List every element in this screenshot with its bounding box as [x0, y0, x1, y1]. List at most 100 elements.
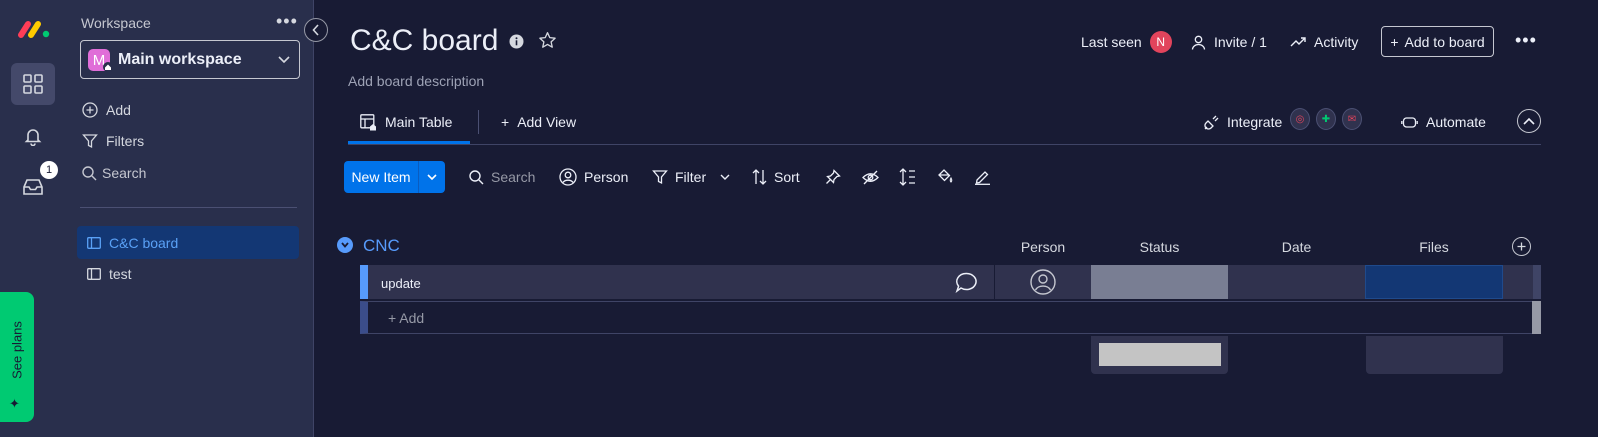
automate-button[interactable]: Automate: [1401, 112, 1486, 132]
chevron-down-icon: [427, 173, 437, 180]
user-avatar: N: [1149, 31, 1172, 53]
slack-icon[interactable]: ✚: [1316, 108, 1336, 130]
workspace-more-icon[interactable]: •••: [276, 11, 298, 32]
add-row-end-bar: [1532, 301, 1541, 334]
see-plans-label: See plans: [9, 321, 25, 379]
person-icon: [1191, 35, 1206, 50]
row-height-icon[interactable]: [899, 168, 916, 186]
person-filter-label: Person: [584, 169, 629, 185]
gmail-icon[interactable]: ✉: [1342, 108, 1362, 130]
collapse-sidebar-button[interactable]: [304, 18, 328, 42]
board-description[interactable]: Add board description: [348, 73, 484, 89]
person-placeholder-icon: [1030, 269, 1056, 295]
robot-icon: [1401, 116, 1418, 128]
add-to-board-label: Add to board: [1404, 33, 1485, 50]
column-header-date[interactable]: Date: [1228, 239, 1365, 255]
group-title[interactable]: CNC: [363, 236, 400, 256]
sidebar-board-cc-board[interactable]: C&C board: [77, 226, 299, 259]
add-view-button[interactable]: + Add View: [501, 112, 576, 132]
add-column-button[interactable]: [1512, 237, 1531, 256]
group-collapse-toggle[interactable]: [337, 237, 353, 253]
filter-icon: [82, 134, 98, 149]
board-search-input[interactable]: Search: [469, 167, 535, 187]
tab-divider: [478, 110, 479, 134]
invite-label: Invite / 1: [1214, 34, 1267, 50]
board-more-icon[interactable]: •••: [1515, 30, 1537, 51]
left-rail: 1 See plans ✦: [0, 0, 65, 437]
plus-circle-icon: [82, 102, 98, 118]
invite-button[interactable]: Invite / 1: [1191, 32, 1267, 52]
row-end-bar: [1533, 265, 1541, 299]
plug-icon: [1204, 115, 1219, 130]
sidebar-filters-button[interactable]: Filters: [82, 131, 144, 151]
add-view-label: Add View: [517, 114, 577, 130]
person-filter-button[interactable]: Person: [559, 167, 628, 187]
filter-button[interactable]: Filter: [652, 167, 706, 187]
date-cell[interactable]: [1228, 265, 1365, 299]
hide-eye-icon[interactable]: [862, 170, 879, 185]
tab-main-table-label: Main Table: [385, 114, 453, 130]
sidebar-search-input[interactable]: Search: [82, 163, 146, 183]
search-icon: [469, 169, 484, 184]
tabs-divider: [348, 144, 1541, 145]
add-update-comment-icon[interactable]: [955, 272, 978, 293]
tab-main-table[interactable]: Main Table: [360, 112, 452, 132]
automate-label: Automate: [1426, 114, 1486, 130]
integration-app-icon[interactable]: ◎: [1290, 108, 1310, 130]
chevron-down-icon: [341, 242, 349, 248]
sort-icon: [752, 169, 767, 185]
integrate-label: Integrate: [1227, 114, 1283, 130]
inbox-count-badge: 1: [40, 161, 58, 179]
add-item-row[interactable]: [360, 301, 1541, 334]
sidebar-add-button[interactable]: Add: [82, 100, 131, 120]
filter-icon: [652, 170, 668, 185]
files-cell[interactable]: [1365, 265, 1503, 299]
formatting-pen-icon[interactable]: [974, 169, 991, 185]
column-header-person[interactable]: Person: [995, 239, 1091, 255]
sidebar-board-label: C&C board: [109, 234, 179, 251]
monday-logo[interactable]: [17, 19, 51, 39]
home-badge-icon: [103, 62, 113, 72]
notifications-bell-icon[interactable]: [11, 115, 55, 157]
new-item-dropdown[interactable]: [419, 161, 445, 193]
sort-button[interactable]: Sort: [752, 167, 800, 187]
chevron-left-icon: [312, 24, 319, 36]
person-cell[interactable]: [995, 265, 1091, 299]
files-summary-cell: [1366, 336, 1503, 374]
sidebar-board-test[interactable]: test: [77, 257, 299, 290]
sparkle-icon: ✦: [9, 396, 20, 411]
integrate-button[interactable]: Integrate: [1204, 112, 1282, 132]
status-summary-bar: [1099, 343, 1221, 366]
paint-bucket-icon[interactable]: [936, 168, 953, 185]
workspace-label: Workspace: [81, 15, 151, 31]
home-grid-icon[interactable]: [11, 63, 55, 105]
add-item-input[interactable]: + Add: [388, 310, 424, 326]
item-name[interactable]: update: [381, 276, 421, 291]
sidebar-board-label: test: [109, 265, 132, 282]
new-item-label[interactable]: New Item: [344, 161, 419, 193]
column-header-status[interactable]: Status: [1091, 239, 1228, 255]
activity-button[interactable]: Activity: [1290, 32, 1358, 52]
filter-label: Filter: [675, 169, 707, 185]
add-to-board-button[interactable]: + Add to board: [1381, 26, 1494, 57]
search-placeholder: Search: [491, 169, 536, 185]
collapse-header-button[interactable]: [1517, 109, 1541, 133]
column-header-files[interactable]: Files: [1365, 239, 1503, 255]
workspace-selector[interactable]: M Main workspace: [80, 40, 300, 79]
status-cell[interactable]: [1091, 265, 1228, 299]
new-item-button[interactable]: New Item: [344, 161, 445, 193]
pin-icon[interactable]: [825, 169, 841, 185]
plus-icon: +: [1390, 33, 1399, 50]
info-icon[interactable]: [509, 34, 524, 49]
board-title[interactable]: C&C board: [350, 24, 498, 58]
plus-icon: [1517, 242, 1526, 251]
see-plans-button[interactable]: See plans ✦: [0, 292, 34, 422]
chevron-down-icon: [278, 56, 290, 64]
filter-dropdown-icon[interactable]: [720, 174, 730, 181]
activity-label: Activity: [1314, 34, 1359, 50]
row-group-color-stripe: [360, 265, 368, 299]
table-home-icon: [360, 113, 376, 130]
star-icon[interactable]: [538, 31, 557, 50]
sort-label: Sort: [774, 169, 800, 185]
last-seen-button[interactable]: Last seen N: [1081, 31, 1172, 53]
